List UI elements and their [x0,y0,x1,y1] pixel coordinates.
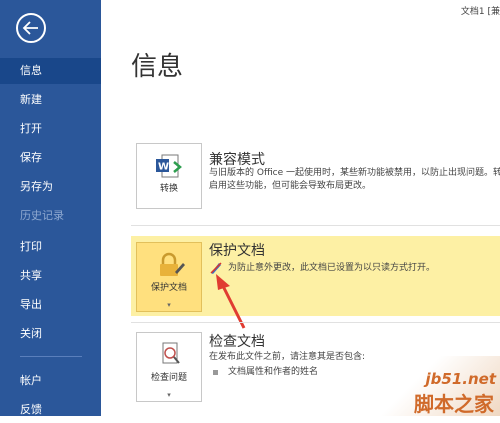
inspect-text: 在发布此文件之前，请注意其是否包含: [209,352,366,362]
convert-button[interactable]: W 转换 [136,143,202,209]
back-arrow-icon[interactable] [16,13,46,43]
page-title: 信息 [131,52,184,82]
nav-history: 历史记录 [20,209,64,222]
protect-title: 保护文档 [209,243,265,259]
nav-save[interactable]: 保存 [0,145,101,171]
document-title: 文档1 [兼 [460,7,500,17]
lock-icon [160,252,185,276]
check-for-issues-label: 检查问题 [150,373,187,383]
nav-account[interactable]: 帐户 [0,368,101,394]
inspect-title: 检查文档 [209,334,265,350]
nav-divider [20,356,82,357]
nav-open[interactable]: 打开 [0,116,101,142]
backstage-sidebar: 信息 新建 打开 保存 另存为 历史记录 打印 共享 导出 关闭 帐户 反馈 [0,0,101,416]
nav-export[interactable]: 导出 [0,292,101,318]
compat-text-2: 启用这些功能，但可能会导致布局更改。 [209,181,372,191]
compat-title: 兼容模式 [209,152,265,168]
word-convert-icon: W [156,154,182,178]
inspect-bullet: 文档属性和作者的姓名 [228,367,319,377]
nav-save-as[interactable]: 另存为 [0,174,101,200]
inspect-document-icon [162,342,180,364]
protect-text: 为防止意外更改，此文档已设置为以只读方式打开。 [228,263,436,273]
convert-label: 转换 [159,184,178,194]
nav-close[interactable]: 关闭 [0,321,101,347]
nav-share[interactable]: 共享 [0,263,101,289]
dropdown-caret-icon: ▾ [167,301,171,309]
watermark-url: jb51.net [425,370,496,388]
nav-new[interactable]: 新建 [0,87,101,113]
bullet-icon [213,370,218,375]
watermark-name: 脚本之家 [414,392,494,416]
compat-text-1: 与旧版本的 Office 一起使用时，某些新功能被禁用，以防止出现问题。转 [209,168,500,178]
protect-document-label: 保护文档 [150,283,187,293]
nav-feedback[interactable]: 反馈 [0,397,101,423]
nav-print[interactable]: 打印 [0,234,101,260]
section-divider [131,322,500,323]
nav-info[interactable]: 信息 [0,58,101,84]
dropdown-caret-icon: ▾ [167,391,171,399]
section-divider [131,225,500,226]
svg-text:W: W [158,162,169,173]
check-for-issues-button[interactable]: 检查问题 ▾ [136,332,202,402]
red-arrow-annotation [216,274,246,329]
protect-document-button[interactable]: 保护文档 ▾ [136,242,202,312]
